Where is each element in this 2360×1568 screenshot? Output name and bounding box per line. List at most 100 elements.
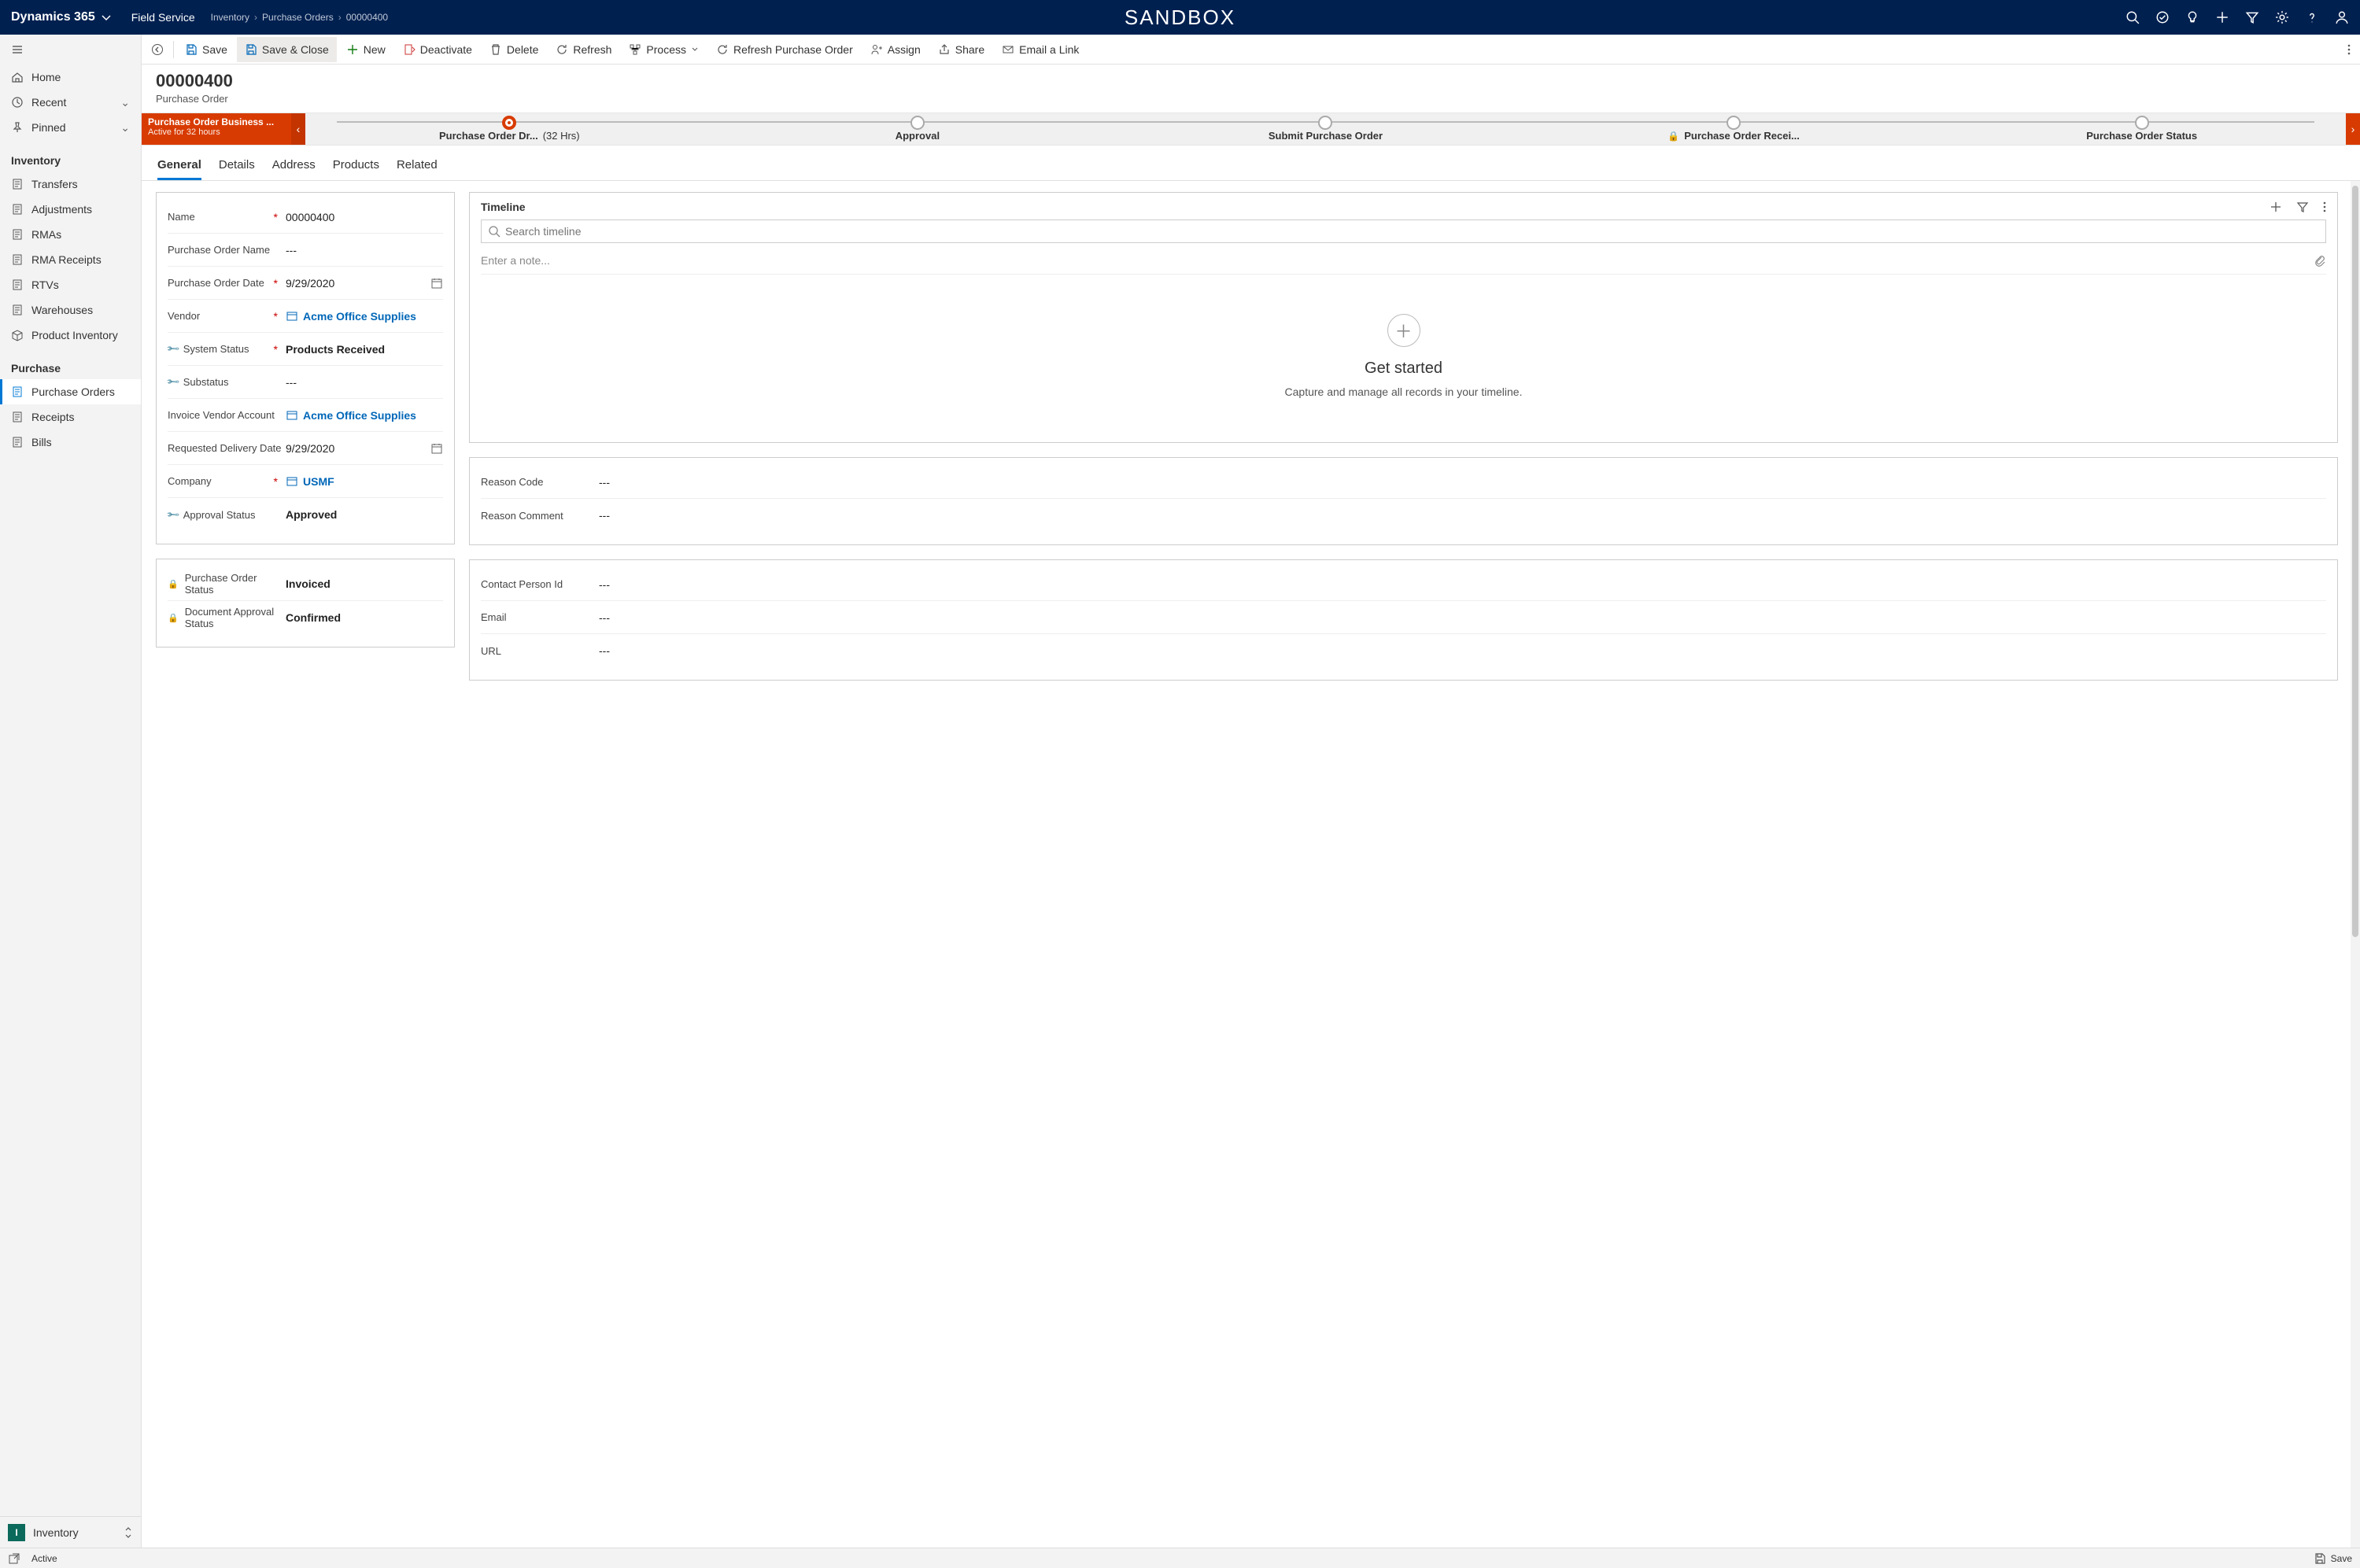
field-email[interactable]: Email --- — [481, 601, 2326, 634]
deactivate-button[interactable]: Deactivate — [395, 37, 480, 62]
field-url[interactable]: URL --- — [481, 634, 2326, 667]
plus-icon[interactable] — [2215, 10, 2229, 24]
bpf-stage[interactable]: Approval — [714, 114, 1122, 142]
stage-dot-icon — [1318, 116, 1332, 130]
bpf-stage[interactable]: Purchase Order Status — [1937, 114, 2346, 142]
nav-product-inventory[interactable]: Product Inventory — [0, 323, 141, 348]
email-link-button[interactable]: Email a Link — [994, 37, 1087, 62]
filter-icon[interactable] — [2245, 10, 2259, 24]
hamburger-button[interactable] — [0, 35, 141, 65]
field-reason-code[interactable]: Reason Code --- — [481, 466, 2326, 499]
field-contact-person[interactable]: Contact Person Id --- — [481, 568, 2326, 601]
nav-rmas[interactable]: RMAs — [0, 222, 141, 247]
field-invoice-vendor[interactable]: Invoice Vendor Account Acme Office Suppl… — [168, 399, 443, 432]
bpf-stage[interactable]: 🔒Purchase Order Recei... — [1530, 114, 1938, 142]
new-button[interactable]: New — [338, 37, 393, 62]
bpf-stage[interactable]: Purchase Order Dr... (32 Hrs) — [305, 114, 714, 142]
timeline-more-button[interactable] — [2323, 201, 2326, 213]
attachment-icon[interactable] — [2314, 254, 2326, 267]
refresh-icon — [556, 43, 568, 56]
clock-icon — [11, 96, 24, 109]
timeline-get-started-icon[interactable]: ＋ — [1387, 314, 1420, 347]
goback-icon — [151, 43, 164, 56]
key-icon: 🔧 — [165, 374, 180, 389]
nav-bills[interactable]: Bills — [0, 430, 141, 455]
app-switcher[interactable]: Dynamics 365 — [11, 10, 113, 24]
field-vendor[interactable]: Vendor* Acme Office Supplies — [168, 300, 443, 333]
chevron-down-icon — [691, 46, 699, 53]
search-icon[interactable] — [2125, 10, 2140, 24]
field-doc-approval-status[interactable]: 🔒Document Approval Status Confirmed — [168, 601, 443, 634]
field-po-status[interactable]: 🔒Purchase Order Status Invoiced — [168, 567, 443, 601]
go-back-button[interactable] — [145, 37, 170, 62]
nav-adjustments[interactable]: Adjustments — [0, 197, 141, 222]
timeline-filter-button[interactable] — [2296, 201, 2309, 213]
calendar-icon[interactable] — [430, 277, 443, 290]
nav-warehouses[interactable]: Warehouses — [0, 297, 141, 323]
bpf-name[interactable]: Purchase Order Business ... Active for 3… — [142, 113, 291, 145]
assign-button[interactable]: Assign — [862, 37, 929, 62]
area-switcher[interactable]: I Inventory — [0, 1516, 141, 1548]
refresh-button[interactable]: Refresh — [548, 37, 619, 62]
field-company[interactable]: Company* USMF — [168, 465, 443, 498]
process-button[interactable]: Process — [621, 37, 707, 62]
bpf-stage[interactable]: Submit Purchase Order — [1121, 114, 1530, 142]
user-icon[interactable] — [2335, 10, 2349, 24]
bpf-prev-button[interactable]: ‹ — [291, 113, 305, 145]
tab-address[interactable]: Address — [272, 153, 316, 180]
breadcrumb-item[interactable]: 00000400 — [346, 12, 388, 23]
field-substatus[interactable]: 🔧Substatus --- — [168, 366, 443, 399]
field-system-status[interactable]: 🔧System Status* Products Received — [168, 333, 443, 366]
site-nav: Home Recent ⌄ Pinned ⌄ Inventory Transfe… — [0, 35, 142, 1548]
key-icon: 🔧 — [165, 341, 180, 356]
calendar-icon[interactable] — [430, 442, 443, 455]
field-po-date[interactable]: Purchase Order Date* 9/29/2020 — [168, 267, 443, 300]
refresh-po-button[interactable]: Refresh Purchase Order — [708, 37, 861, 62]
field-requested-delivery[interactable]: Requested Delivery Date 9/29/2020 — [168, 432, 443, 465]
breadcrumb-item[interactable]: Inventory — [211, 12, 249, 23]
command-overflow-button[interactable] — [2341, 37, 2357, 62]
breadcrumb-item[interactable]: Purchase Orders — [262, 12, 334, 23]
scrollbar-thumb[interactable] — [2352, 186, 2358, 937]
more-vertical-icon — [2347, 43, 2351, 56]
tab-details[interactable]: Details — [219, 153, 255, 180]
save-close-button[interactable]: Save & Close — [237, 37, 337, 62]
task-icon[interactable] — [2155, 10, 2170, 24]
footer-save-button[interactable]: Save — [2331, 1553, 2352, 1564]
field-name[interactable]: Name* 00000400 — [168, 201, 443, 234]
delete-button[interactable]: Delete — [482, 37, 546, 62]
nav-rtvs[interactable]: RTVs — [0, 272, 141, 297]
field-reason-comment[interactable]: Reason Comment --- — [481, 499, 2326, 532]
timeline-add-button[interactable] — [2270, 201, 2282, 213]
share-button[interactable]: Share — [930, 37, 992, 62]
popout-button[interactable] — [8, 1552, 20, 1565]
timeline-note-input[interactable]: Enter a note... — [481, 246, 2326, 275]
field-approval-status[interactable]: 🔧Approval Status Approved — [168, 498, 443, 531]
lightbulb-icon[interactable] — [2185, 10, 2199, 24]
nav-transfers[interactable]: Transfers — [0, 172, 141, 197]
nav-rma-receipts[interactable]: RMA Receipts — [0, 247, 141, 272]
gear-icon[interactable] — [2275, 10, 2289, 24]
field-po-name[interactable]: Purchase Order Name --- — [168, 234, 443, 267]
chevron-down-icon: ⌄ — [120, 121, 130, 135]
nav-recent[interactable]: Recent ⌄ — [0, 90, 141, 115]
nav-pinned[interactable]: Pinned ⌄ — [0, 115, 141, 140]
nav-home[interactable]: Home — [0, 65, 141, 90]
updown-icon — [124, 1526, 133, 1539]
timeline-search[interactable] — [481, 220, 2326, 243]
tab-products[interactable]: Products — [333, 153, 379, 180]
assign-icon — [870, 43, 883, 56]
save-button[interactable]: Save — [177, 37, 235, 62]
tab-related[interactable]: Related — [397, 153, 438, 180]
cmd-label: Assign — [888, 43, 921, 56]
module-name[interactable]: Field Service — [131, 11, 195, 24]
entity-name: Purchase Order — [156, 93, 2346, 105]
nav-purchase-orders[interactable]: Purchase Orders — [0, 379, 141, 404]
bpf-next-button[interactable]: › — [2346, 113, 2360, 145]
vertical-scrollbar[interactable] — [2351, 181, 2360, 1548]
timeline-search-input[interactable] — [505, 225, 2319, 238]
help-icon[interactable] — [2305, 10, 2319, 24]
cmd-label: Deactivate — [420, 43, 472, 56]
tab-general[interactable]: General — [157, 153, 201, 180]
nav-receipts[interactable]: Receipts — [0, 404, 141, 430]
